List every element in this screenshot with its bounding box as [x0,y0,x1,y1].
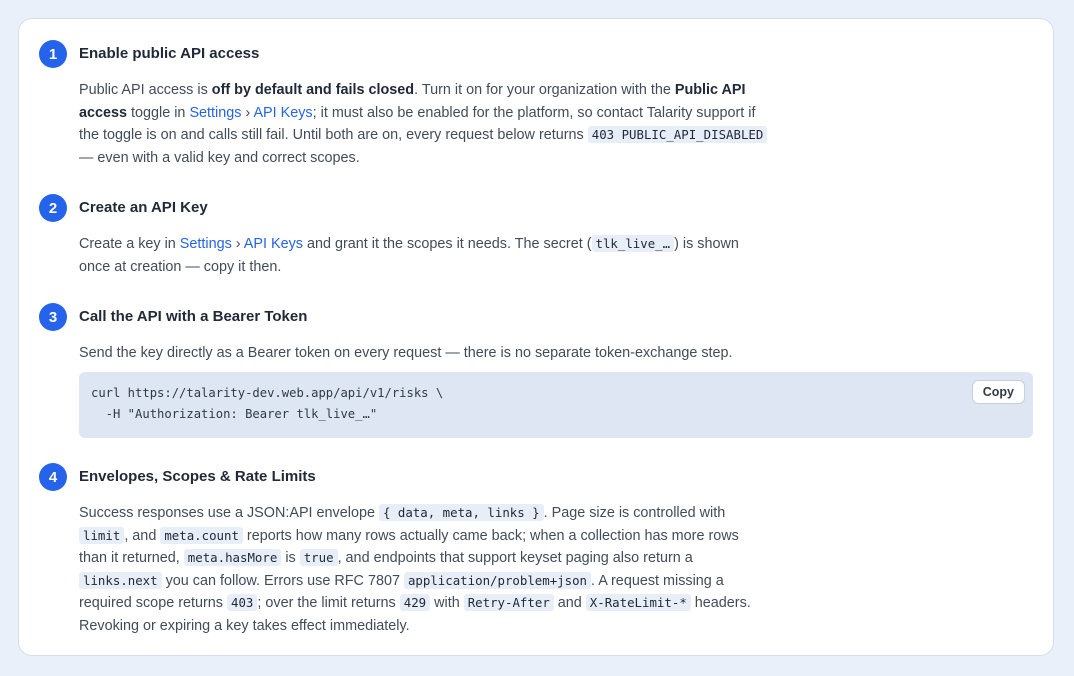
step-title: Envelopes, Scopes & Rate Limits [79,468,316,485]
step-title: Call the API with a Bearer Token [79,308,308,325]
inline-code: X-RateLimit-* [585,594,691,611]
inline-code: links.next [79,571,162,589]
step-number-badge: 3 [39,303,67,331]
inline-code: limit [79,526,125,544]
step-description: Create a key in Settings › API Keys and … [79,235,739,275]
step-title: Enable public API access [79,45,260,62]
step-title: Create an API Key [79,199,208,216]
api-keys-link[interactable]: API Keys [253,105,312,121]
settings-link[interactable]: Settings [180,236,232,252]
step-number-badge: 1 [39,40,67,68]
code-line: -H "Authorization: Bearer tlk_live_…" [91,407,378,421]
inline-code: { data, meta, links } [378,504,544,521]
code-block: curl https://talarity-dev.web.app/api/v1… [79,372,1033,438]
code-line: curl https://talarity-dev.web.app/api/v1… [91,386,444,400]
step-description: Public API access is off by default and … [79,79,769,169]
api-setup-card: 1 Enable public API access Public API ac… [18,18,1054,656]
inline-code: meta.count [160,526,243,544]
inline-code: application/problem+json [403,571,592,589]
inline-code: 403 PUBLIC_API_DISABLED [587,126,768,143]
api-keys-link[interactable]: API Keys [244,236,303,252]
inline-code: meta.hasMore [183,549,282,566]
inline-code: true [299,549,338,566]
step-number-badge: 2 [39,194,67,222]
inline-code: Retry-After [463,594,554,611]
inline-code: tlk_live_… [591,235,675,252]
copy-button[interactable]: Copy [971,380,1025,404]
step-description: Send the key directly as a Bearer token … [79,345,733,361]
settings-link[interactable]: Settings [189,105,241,121]
step-number-badge: 4 [39,463,67,491]
step-description: Success responses use a JSON:API envelop… [79,504,751,634]
inline-code: 403 [226,594,258,611]
inline-code: 429 [399,594,431,611]
